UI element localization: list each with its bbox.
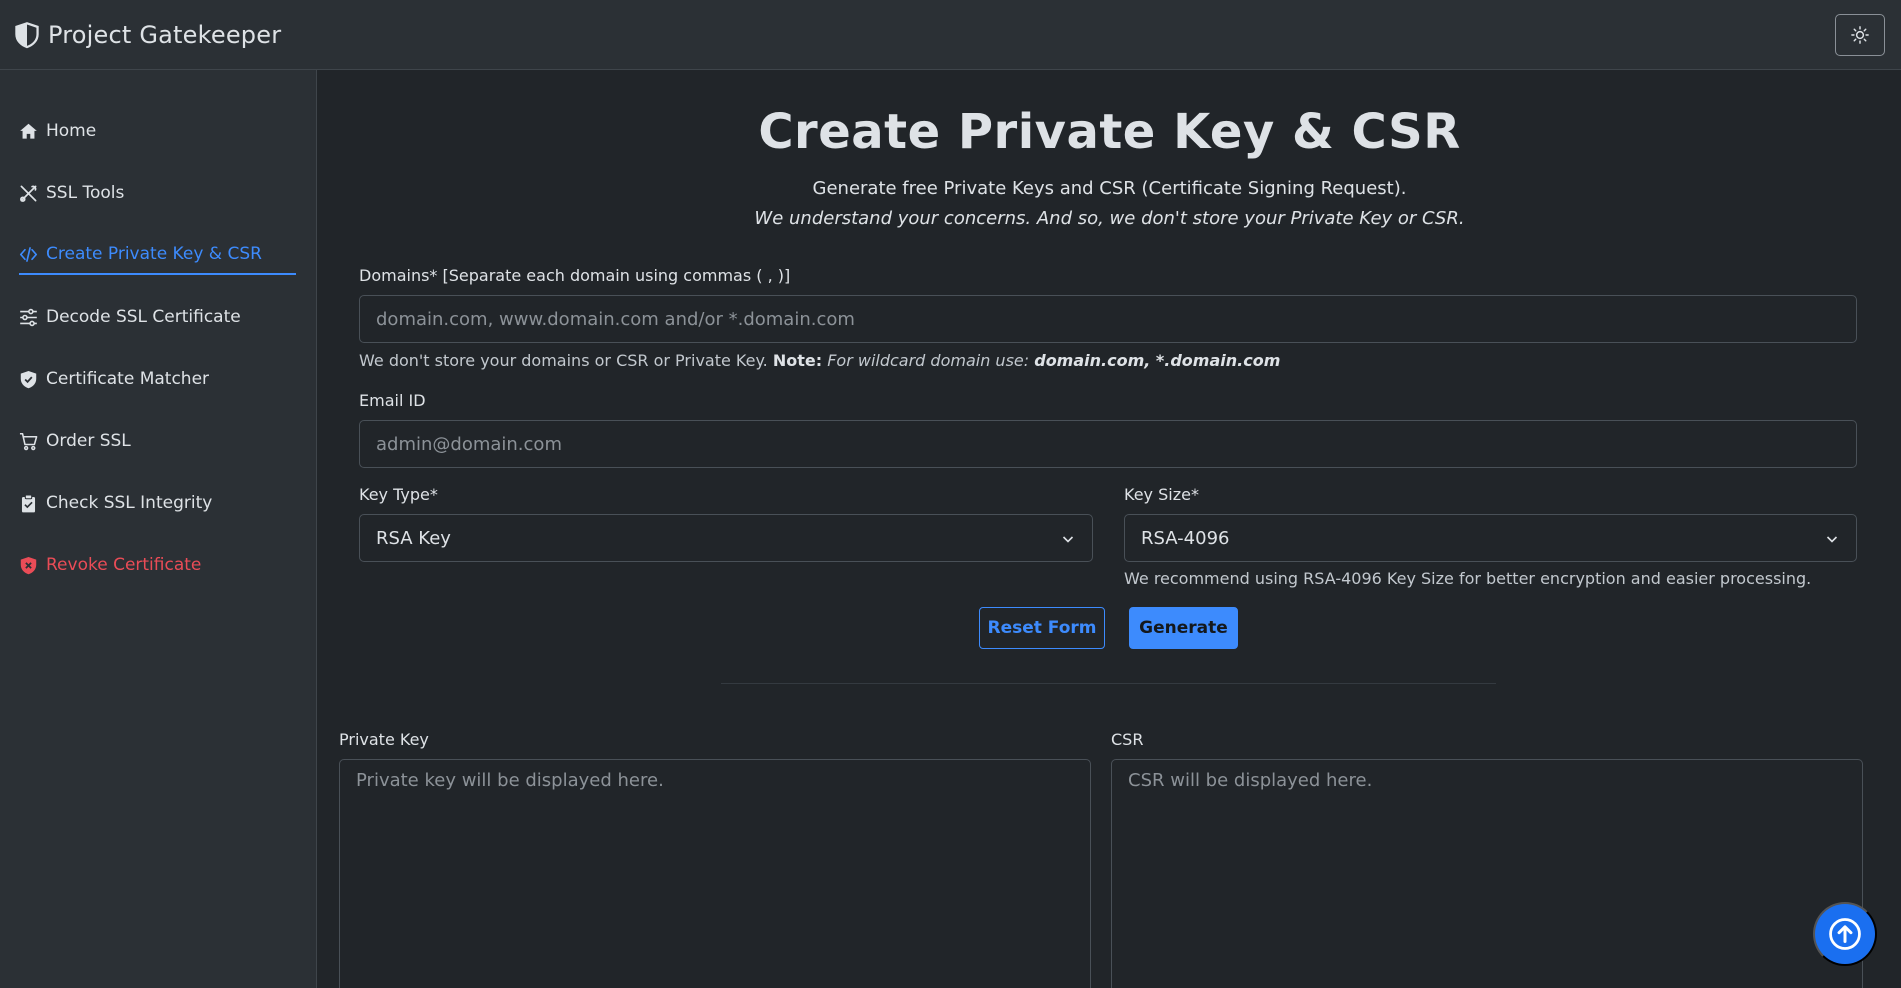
shield-check-icon — [20, 370, 37, 388]
sidebar-item-label: Decode SSL Certificate — [46, 307, 241, 327]
page-subtitle: Generate free Private Keys and CSR (Cert… — [812, 178, 1407, 199]
page-title: Create Private Key & CSR — [758, 104, 1461, 160]
sidebar-item-label: SSL Tools — [46, 183, 125, 203]
chevron-down-icon — [1826, 536, 1838, 543]
sidebar-item-check-ssl-integrity[interactable]: Check SSL Integrity — [19, 483, 296, 523]
sidebar-item-label: Create Private Key & CSR — [46, 244, 262, 264]
email-input[interactable] — [359, 420, 1857, 468]
key-size-help: We recommend using RSA-4096 Key Size for… — [1124, 569, 1812, 588]
top-navbar: Project Gatekeeper — [0, 0, 1901, 70]
csr-label: CSR — [1111, 730, 1144, 749]
key-size-label: Key Size* — [1124, 485, 1199, 504]
sidebar-item-create-key-csr[interactable]: Create Private Key & CSR — [19, 235, 296, 275]
cart-icon — [19, 432, 38, 450]
sidebar-item-revoke-certificate[interactable]: Revoke Certificate — [19, 545, 296, 585]
shield-x-icon — [20, 556, 37, 574]
sidebar-item-label: Home — [46, 121, 97, 141]
key-type-value: RSA Key — [376, 527, 451, 549]
private-key-output[interactable] — [339, 759, 1091, 988]
key-size-select[interactable]: RSA-4096 — [1124, 514, 1857, 562]
tools-icon — [20, 185, 37, 202]
privacy-statement: We understand your concerns. And so, we … — [754, 208, 1465, 229]
clipboard-icon — [21, 493, 36, 512]
house-icon — [20, 123, 37, 139]
code-icon — [19, 246, 38, 262]
chevron-down-icon — [1062, 536, 1074, 543]
key-size-value: RSA-4096 — [1141, 527, 1230, 549]
reset-form-button[interactable]: Reset Form — [979, 607, 1105, 649]
theme-toggle-button[interactable] — [1835, 14, 1885, 56]
domains-input[interactable] — [359, 295, 1857, 343]
sidebar-item-ssl-tools[interactable]: SSL Tools — [19, 173, 296, 213]
key-type-label: Key Type* — [359, 485, 438, 504]
arrow-up-circle-icon — [1829, 918, 1861, 950]
sidebar-item-label: Order SSL — [46, 431, 131, 451]
sidebar-item-label: Check SSL Integrity — [46, 493, 213, 513]
generate-button[interactable]: Generate — [1129, 607, 1238, 649]
email-label: Email ID — [359, 391, 426, 410]
sidebar: Home SSL Tools Create Private Key & CSR … — [0, 70, 317, 988]
scroll-to-top-button[interactable] — [1813, 902, 1877, 966]
key-type-select[interactable]: RSA Key — [359, 514, 1093, 562]
domains-help: We don't store your domains or CSR or Pr… — [359, 351, 1281, 370]
divider — [721, 683, 1496, 684]
brand-name: Project Gatekeeper — [48, 20, 282, 49]
sidebar-item-decode-ssl[interactable]: Decode SSL Certificate — [19, 297, 296, 337]
sidebar-item-order-ssl[interactable]: Order SSL — [19, 421, 296, 461]
main-content: Create Private Key & CSR Generate free P… — [318, 71, 1901, 988]
sidebar-item-label: Certificate Matcher — [46, 369, 210, 389]
private-key-label: Private Key — [339, 730, 429, 749]
sidebar-item-certificate-matcher[interactable]: Certificate Matcher — [19, 359, 296, 399]
sun-icon — [1851, 26, 1869, 44]
sidebar-item-home[interactable]: Home — [19, 111, 296, 151]
csr-output[interactable] — [1111, 759, 1863, 988]
domains-label: Domains* [Separate each domain using com… — [359, 266, 791, 285]
sidebar-item-label: Revoke Certificate — [46, 555, 202, 575]
sliders-icon — [20, 308, 37, 326]
brand[interactable]: Project Gatekeeper — [14, 21, 281, 49]
shield-half-icon — [15, 21, 39, 48]
